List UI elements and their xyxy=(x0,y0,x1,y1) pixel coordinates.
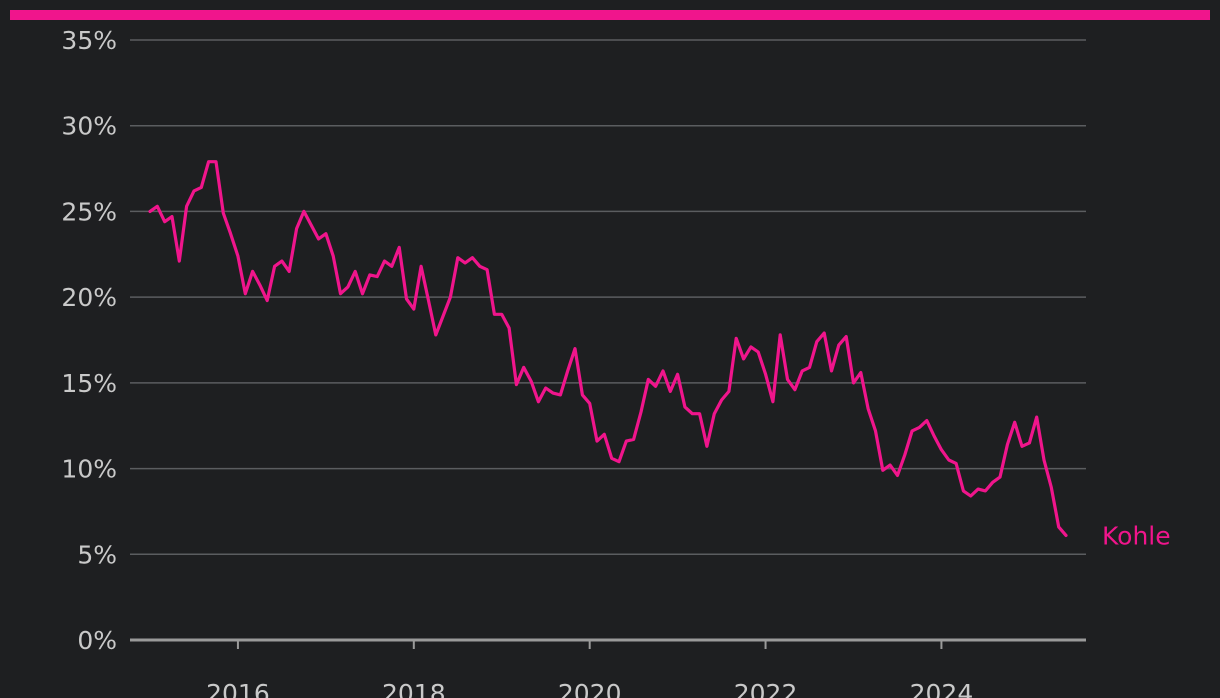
chart-root: 0% 5% 10% 15% 20% 25% 30% 35% 2016 2018 2020 2022 2… xyxy=(0,0,1220,698)
x-tick-label: 2022 xyxy=(734,679,798,698)
x-axis-ticks: 2016 2018 2020 2022 2024 xyxy=(206,640,973,698)
y-tick-label: 30% xyxy=(61,112,117,141)
y-tick-label: 0% xyxy=(77,626,117,655)
x-tick-label: 2020 xyxy=(558,679,622,698)
y-tick-label: 20% xyxy=(61,283,117,312)
y-axis-ticks: 0% 5% 10% 15% 20% 25% 30% 35% xyxy=(61,26,117,655)
series-layer: Kohle xyxy=(148,160,1171,550)
x-tick-label: 2024 xyxy=(910,679,974,698)
series-label: Kohle xyxy=(1102,521,1171,550)
x-tick-label: 2018 xyxy=(382,679,446,698)
series-line-kohle xyxy=(148,160,1068,538)
y-tick-label: 35% xyxy=(61,26,117,55)
line-chart: 0%5%10%15%20%25%30%35% 2016 2018 2020 2022 2… xyxy=(61,26,1171,698)
y-tick-label: 5% xyxy=(77,540,117,569)
y-tick-label: 25% xyxy=(61,197,117,226)
gridlines xyxy=(130,39,1086,642)
y-tick-label: 10% xyxy=(61,455,117,484)
x-tick-label: 2016 xyxy=(206,679,270,698)
y-tick-label: 15% xyxy=(61,369,117,398)
